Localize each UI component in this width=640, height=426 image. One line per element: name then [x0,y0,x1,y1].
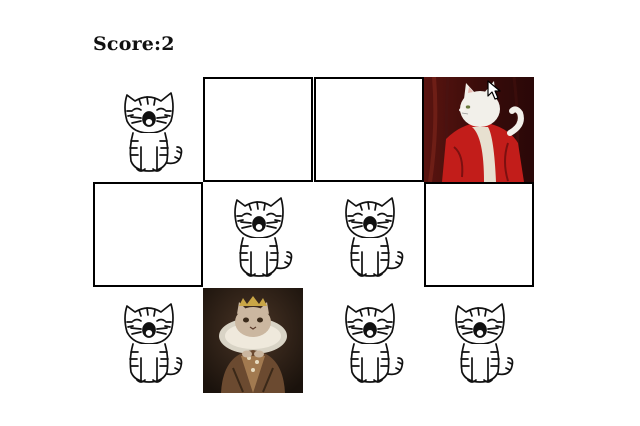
board-cell-matched[interactable] [314,182,424,287]
board-cell-revealed[interactable] [203,288,313,393]
board-cell-hidden[interactable] [424,182,534,287]
board-cell-hidden[interactable] [93,182,203,287]
game-board [93,77,535,395]
board-cell-revealed[interactable] [424,77,534,182]
queen-cat-portrait-icon [203,288,303,393]
board-cell-matched[interactable] [93,77,203,182]
board-cell-matched[interactable] [314,288,424,393]
kitten-icon [345,197,404,277]
board-cell-hidden[interactable] [314,77,424,182]
kitten-icon [124,92,183,172]
red-coat-cat-portrait-icon [424,77,534,182]
board-cell-matched[interactable] [93,288,203,393]
board-cell-matched[interactable] [203,182,313,287]
kitten-icon [345,303,404,383]
kitten-icon [124,303,183,383]
kitten-icon [234,197,293,277]
board-cell-matched[interactable] [424,288,534,393]
score-label: Score:2 [93,33,175,55]
board-cell-hidden[interactable] [203,77,313,182]
kitten-icon [455,303,514,383]
mouse-cursor-icon [487,80,501,100]
